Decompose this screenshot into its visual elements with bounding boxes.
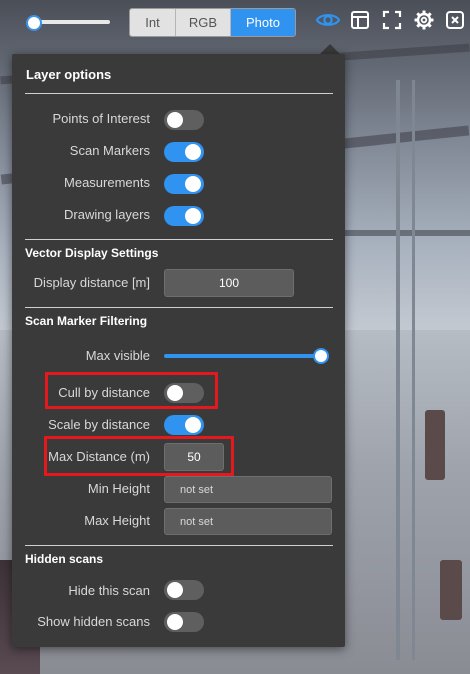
scan-markers-toggle[interactable]	[164, 142, 204, 162]
divider	[25, 545, 333, 546]
mode-rgb-button[interactable]: RGB	[176, 9, 231, 36]
highlight-cull-by-distance	[45, 372, 218, 409]
conduit	[396, 80, 400, 660]
show-hidden-scans-toggle[interactable]	[164, 612, 204, 632]
max-height-input[interactable]: not set	[164, 508, 332, 535]
min-height-input[interactable]: not set	[164, 476, 332, 503]
mode-photo-button[interactable]: Photo	[231, 9, 295, 36]
wall-equipment	[425, 410, 445, 480]
divider	[25, 93, 333, 94]
layout-icon[interactable]	[348, 8, 372, 32]
mode-selector: Int RGB Photo	[129, 8, 296, 37]
hidden-scans-title: Hidden scans	[25, 552, 104, 566]
display-distance-input[interactable]: 100	[164, 269, 294, 297]
opacity-slider-track[interactable]	[32, 20, 110, 24]
scale-by-distance-label: Scale by distance	[48, 417, 150, 432]
opacity-slider-knob[interactable]	[26, 15, 42, 31]
opacity-slider[interactable]	[26, 14, 110, 31]
panel-title: Layer options	[26, 67, 112, 82]
max-visible-slider-knob[interactable]	[313, 348, 329, 364]
max-visible-slider[interactable]	[164, 348, 329, 364]
eye-icon[interactable]	[316, 8, 340, 32]
points-of-interest-label: Points of Interest	[52, 111, 150, 126]
measurements-toggle[interactable]	[164, 174, 204, 194]
scan-markers-label: Scan Markers	[69, 143, 150, 158]
vector-settings-title: Vector Display Settings	[25, 246, 159, 260]
display-distance-label: Display distance [m]	[33, 275, 150, 290]
max-visible-slider-track[interactable]	[164, 354, 329, 358]
scale-by-distance-toggle[interactable]	[164, 415, 204, 435]
conduit	[412, 80, 415, 660]
hide-this-scan-label: Hide this scan	[68, 583, 150, 598]
drawing-layers-toggle[interactable]	[164, 206, 204, 226]
mode-int-button[interactable]: Int	[130, 9, 176, 36]
close-icon[interactable]	[443, 8, 467, 32]
points-of-interest-toggle[interactable]	[164, 110, 204, 130]
panel-caret	[320, 44, 340, 54]
max-visible-label: Max visible	[85, 348, 150, 363]
layer-options-panel: Layer options Points of Interest Scan Ma…	[12, 54, 345, 647]
divider	[25, 307, 333, 308]
show-hidden-scans-label: Show hidden scans	[37, 614, 150, 629]
measurements-label: Measurements	[64, 175, 150, 190]
scan-marker-filtering-title: Scan Marker Filtering	[25, 314, 148, 328]
fullscreen-icon[interactable]	[380, 8, 404, 32]
max-height-label: Max Height	[84, 513, 150, 528]
drawing-layers-label: Drawing layers	[64, 207, 150, 222]
highlight-max-distance	[44, 436, 234, 476]
divider	[25, 239, 333, 240]
ceiling-beam	[340, 230, 470, 236]
gear-icon[interactable]	[412, 8, 436, 32]
hide-this-scan-toggle[interactable]	[164, 580, 204, 600]
min-height-label: Min Height	[87, 481, 150, 496]
wall-equipment	[440, 560, 462, 620]
